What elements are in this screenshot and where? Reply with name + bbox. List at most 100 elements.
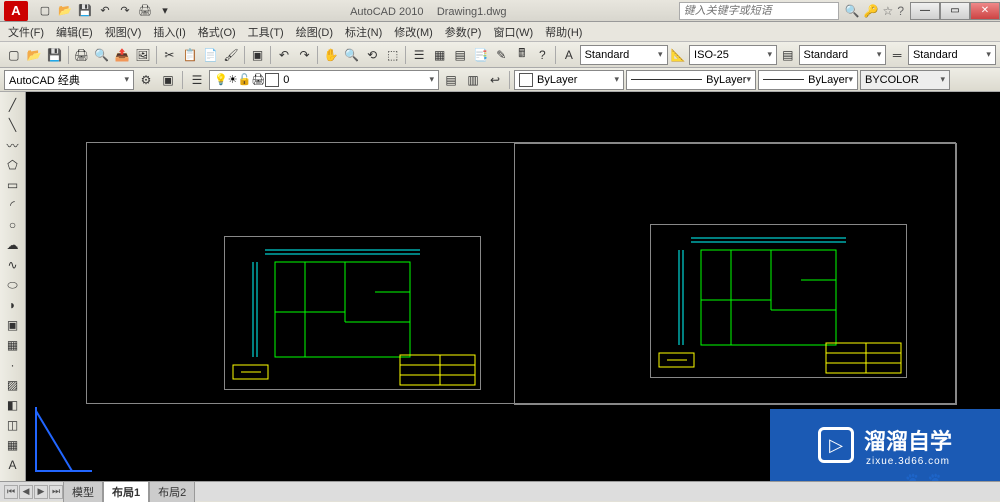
- menu-dimension[interactable]: 标注(N): [345, 24, 382, 40]
- redo-icon[interactable]: ↷: [295, 45, 315, 65]
- tablestyle-combo[interactable]: Standard▾: [799, 45, 887, 65]
- open-icon[interactable]: 📂: [25, 45, 45, 65]
- xline-icon[interactable]: ╲: [3, 116, 23, 134]
- tab-layout1[interactable]: 布局1: [103, 481, 149, 502]
- gradient-icon[interactable]: ◧: [3, 396, 23, 414]
- menu-draw[interactable]: 绘图(D): [296, 24, 333, 40]
- infocenter-key-icon[interactable]: 🔑: [864, 4, 879, 18]
- polygon-icon[interactable]: ⬠: [3, 156, 23, 174]
- mlstyle-icon[interactable]: ═: [887, 45, 907, 65]
- spline-icon[interactable]: ∿: [3, 256, 23, 274]
- zoom-window-icon[interactable]: ⬚: [383, 45, 403, 65]
- ellipse-icon[interactable]: ⬭: [3, 276, 23, 294]
- maximize-button[interactable]: ▭: [940, 2, 970, 20]
- region-icon[interactable]: ◫: [3, 416, 23, 434]
- redo-icon[interactable]: ↷: [116, 2, 134, 20]
- qat-dropdown-icon[interactable]: ▾: [156, 2, 174, 20]
- hatch-icon[interactable]: ▨: [3, 376, 23, 394]
- print-icon[interactable]: 🖨: [72, 45, 92, 65]
- designcenter-icon[interactable]: ▦: [430, 45, 450, 65]
- workspace-settings-icon[interactable]: ▣: [158, 70, 178, 90]
- dimstyle-icon[interactable]: 📐: [669, 45, 689, 65]
- tab-first-icon[interactable]: ⏮: [4, 485, 18, 499]
- line-icon[interactable]: ╱: [3, 96, 23, 114]
- layer-states-icon[interactable]: ▤: [441, 70, 461, 90]
- plotstyle-combo[interactable]: BYCOLOR▾: [860, 70, 950, 90]
- viewport-right[interactable]: [650, 224, 907, 378]
- color-combo[interactable]: ByLayer▾: [514, 70, 624, 90]
- tab-layout2[interactable]: 布局2: [149, 481, 195, 502]
- publish-icon[interactable]: 📤: [113, 45, 133, 65]
- layer-props-icon[interactable]: ☰: [187, 70, 207, 90]
- insert-icon[interactable]: ▣: [3, 316, 23, 334]
- help-icon[interactable]: ?: [533, 45, 553, 65]
- workspace-combo[interactable]: AutoCAD 经典▾: [4, 70, 134, 90]
- save-icon[interactable]: 💾: [45, 45, 65, 65]
- menu-insert[interactable]: 插入(I): [153, 24, 185, 40]
- tab-last-icon[interactable]: ⏭: [49, 485, 63, 499]
- menu-help[interactable]: 帮助(H): [545, 24, 582, 40]
- ellipsearc-icon[interactable]: ◗: [3, 296, 23, 314]
- cut-icon[interactable]: ✂: [160, 45, 180, 65]
- linetype-combo[interactable]: ByLayer▾: [626, 70, 756, 90]
- matchprop-icon[interactable]: 🖌: [221, 45, 241, 65]
- tablestyle-icon[interactable]: ▤: [778, 45, 798, 65]
- copy-icon[interactable]: 📋: [180, 45, 200, 65]
- menu-format[interactable]: 格式(O): [198, 24, 236, 40]
- rectangle-icon[interactable]: ▭: [3, 176, 23, 194]
- layer-iso-icon[interactable]: ▥: [463, 70, 483, 90]
- layer-combo[interactable]: 💡 ☀ 🔓 🖨 0 ▾: [209, 70, 439, 90]
- undo-icon[interactable]: ↶: [96, 2, 114, 20]
- plot-icon[interactable]: 🖼: [133, 45, 153, 65]
- dimstyle-combo[interactable]: ISO-25▾: [689, 45, 777, 65]
- infocenter-help-icon[interactable]: ?: [897, 4, 904, 18]
- point-icon[interactable]: ·: [3, 356, 23, 374]
- menu-parametric[interactable]: 参数(P): [445, 24, 482, 40]
- infocenter-star-icon[interactable]: ☆: [883, 4, 894, 18]
- sheetset-icon[interactable]: 📑: [471, 45, 491, 65]
- makeblock-icon[interactable]: ▦: [3, 336, 23, 354]
- mlstyle-combo[interactable]: Standard▾: [908, 45, 996, 65]
- undo-icon[interactable]: ↶: [274, 45, 294, 65]
- menu-tools[interactable]: 工具(T): [248, 24, 284, 40]
- textstyle-icon[interactable]: A: [559, 45, 579, 65]
- zoom-realtime-icon[interactable]: 🔍: [342, 45, 362, 65]
- tab-prev-icon[interactable]: ◀: [19, 485, 33, 499]
- viewport-left[interactable]: [224, 236, 481, 390]
- properties-icon[interactable]: ☰: [409, 45, 429, 65]
- menu-edit[interactable]: 编辑(E): [56, 24, 93, 40]
- markup-icon[interactable]: ✎: [492, 45, 512, 65]
- pan-icon[interactable]: ✋: [321, 45, 341, 65]
- close-button[interactable]: ✕: [970, 2, 1000, 20]
- tab-next-icon[interactable]: ▶: [34, 485, 48, 499]
- layer-prev-icon[interactable]: ↩: [485, 70, 505, 90]
- save-icon[interactable]: 💾: [76, 2, 94, 20]
- polyline-icon[interactable]: 〰: [3, 136, 23, 154]
- new-icon[interactable]: ▢: [36, 2, 54, 20]
- menu-window[interactable]: 窗口(W): [493, 24, 533, 40]
- new-icon[interactable]: ▢: [4, 45, 24, 65]
- arc-icon[interactable]: ◜: [3, 196, 23, 214]
- workspace-gear-icon[interactable]: ⚙: [136, 70, 156, 90]
- infocenter-binoculars-icon[interactable]: 🔍: [845, 4, 860, 18]
- print-icon[interactable]: 🖨: [136, 2, 154, 20]
- menu-modify[interactable]: 修改(M): [394, 24, 433, 40]
- block-icon[interactable]: ▣: [248, 45, 268, 65]
- minimize-button[interactable]: —: [910, 2, 940, 20]
- paste-icon[interactable]: 📄: [201, 45, 221, 65]
- open-icon[interactable]: 📂: [56, 2, 74, 20]
- mtext-icon[interactable]: A: [3, 456, 23, 474]
- preview-icon[interactable]: 🔍: [92, 45, 112, 65]
- search-input[interactable]: [679, 2, 839, 20]
- textstyle-combo[interactable]: Standard▾: [580, 45, 668, 65]
- zoom-prev-icon[interactable]: ⟲: [362, 45, 382, 65]
- tab-model[interactable]: 模型: [63, 481, 103, 502]
- app-icon[interactable]: A: [4, 1, 28, 21]
- lineweight-combo[interactable]: ByLayer▾: [758, 70, 858, 90]
- circle-icon[interactable]: ○: [3, 216, 23, 234]
- revcloud-icon[interactable]: ☁: [3, 236, 23, 254]
- menu-file[interactable]: 文件(F): [8, 24, 44, 40]
- toolpalettes-icon[interactable]: ▤: [450, 45, 470, 65]
- table-icon[interactable]: ▦: [3, 436, 23, 454]
- calc-icon[interactable]: 🖩: [512, 45, 532, 65]
